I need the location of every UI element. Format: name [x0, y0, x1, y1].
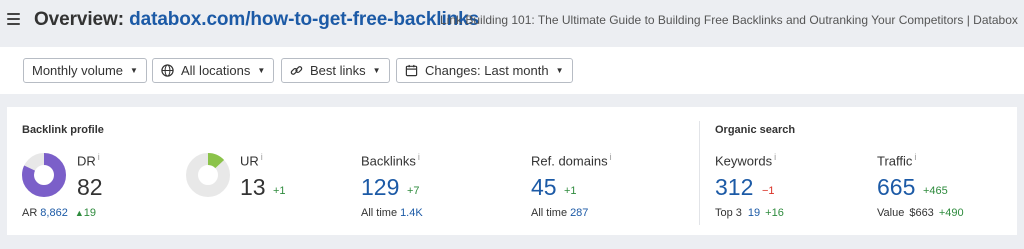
traffic-value-delta: +490: [938, 207, 964, 219]
backlinks-value[interactable]: 129: [361, 174, 399, 201]
backlinks-label[interactable]: Backlinks i: [361, 152, 420, 168]
keywords-delta: −1: [762, 185, 775, 197]
backlinks-all-time-value[interactable]: 1.4K: [400, 207, 423, 219]
keywords-top3-value[interactable]: 19: [748, 207, 760, 219]
info-icon[interactable]: i: [914, 152, 916, 162]
ref-domains-value[interactable]: 45: [531, 174, 557, 201]
keywords-top3-delta: +16: [765, 207, 784, 219]
keywords-top3-label: Top 3: [715, 207, 742, 219]
chevron-down-icon: ▼: [130, 66, 138, 75]
calendar-icon: [405, 64, 418, 77]
changes-filter-dropdown[interactable]: Changes: Last month ▼: [396, 58, 573, 83]
ref-domains-delta: +1: [564, 185, 577, 197]
header: Overview: databox.com/how-to-get-free-ba…: [0, 0, 1024, 40]
ref-domains-label[interactable]: Ref. domains i: [531, 152, 612, 168]
info-icon[interactable]: i: [418, 152, 420, 162]
backlinks-label-text: Backlinks: [361, 153, 416, 169]
dr-label[interactable]: DR i: [77, 152, 100, 168]
globe-icon: [161, 64, 174, 77]
link-icon: [290, 64, 303, 77]
ur-label[interactable]: UR i: [240, 152, 263, 168]
dr-donut-chart: [22, 153, 66, 197]
metrics-card: Backlink profile Organic search DR i 82 A…: [7, 107, 1017, 235]
info-icon[interactable]: i: [261, 152, 263, 162]
page-title: Overview: databox.com/how-to-get-free-ba…: [34, 9, 479, 31]
ur-donut-chart: [186, 153, 230, 197]
keywords-label[interactable]: Keywords i: [715, 152, 776, 168]
ur-label-text: UR: [240, 153, 259, 169]
organic-search-title: Organic search: [715, 124, 796, 136]
ar-delta-value: 19: [83, 207, 97, 219]
chevron-down-icon: ▼: [257, 66, 266, 75]
ref-domains-all-time-value[interactable]: 287: [570, 207, 588, 219]
traffic-value-row: Value $663 +490: [877, 207, 964, 219]
links-filter-label: Best links: [310, 63, 366, 78]
info-icon[interactable]: i: [774, 152, 776, 162]
traffic-value-label: Value: [877, 207, 905, 219]
ar-delta: ▲19: [75, 207, 96, 219]
location-filter-dropdown[interactable]: All locations ▼: [152, 58, 275, 83]
title-url-link[interactable]: databox.com/how-to-get-free-backlinks: [129, 9, 479, 30]
ur-delta: +1: [273, 185, 286, 197]
hamburger-menu-icon[interactable]: [7, 13, 20, 25]
traffic-value[interactable]: 665: [877, 174, 915, 201]
keywords-value[interactable]: 312: [715, 174, 753, 201]
changes-filter-label: Changes: Last month: [425, 63, 549, 78]
backlinks-all-time-label: All time: [361, 207, 398, 219]
chevron-down-icon: ▼: [555, 66, 564, 75]
backlinks-all-time: All time 1.4K: [361, 207, 423, 219]
info-icon[interactable]: i: [610, 152, 612, 162]
ref-domains-label-text: Ref. domains: [531, 153, 608, 169]
ar-label: AR: [22, 207, 38, 219]
ar-value[interactable]: 8,862: [40, 207, 68, 219]
links-filter-dropdown[interactable]: Best links ▼: [281, 58, 390, 83]
dr-value: 82: [77, 174, 103, 200]
keywords-top3: Top 3 19 +16: [715, 207, 784, 219]
title-prefix: Overview:: [34, 9, 124, 30]
ur-value: 13: [240, 174, 266, 200]
ar-row: AR 8,862 ▲19: [22, 207, 96, 219]
ref-domains-all-time: All time 287: [531, 207, 588, 219]
volume-filter-label: Monthly volume: [32, 63, 124, 78]
volume-filter-dropdown[interactable]: Monthly volume ▼: [23, 58, 147, 83]
keywords-label-text: Keywords: [715, 153, 773, 169]
backlinks-delta: +7: [407, 185, 420, 197]
chevron-down-icon: ▼: [372, 66, 381, 75]
filter-bar: Monthly volume ▼ All locations ▼ Best li…: [0, 47, 1024, 94]
traffic-value-amount: $663: [909, 207, 934, 219]
page-html-title: Link Building 101: The Ultimate Guide to…: [440, 13, 1018, 27]
info-icon[interactable]: i: [98, 152, 100, 162]
section-divider: [699, 121, 700, 225]
arrow-up-icon: ▲: [74, 208, 84, 218]
dr-label-text: DR: [77, 153, 96, 169]
ref-domains-all-time-label: All time: [531, 207, 568, 219]
backlink-profile-title: Backlink profile: [22, 124, 104, 136]
traffic-delta: +465: [923, 185, 948, 197]
location-filter-label: All locations: [181, 63, 251, 78]
traffic-label[interactable]: Traffic i: [877, 152, 916, 168]
traffic-label-text: Traffic: [877, 153, 913, 169]
